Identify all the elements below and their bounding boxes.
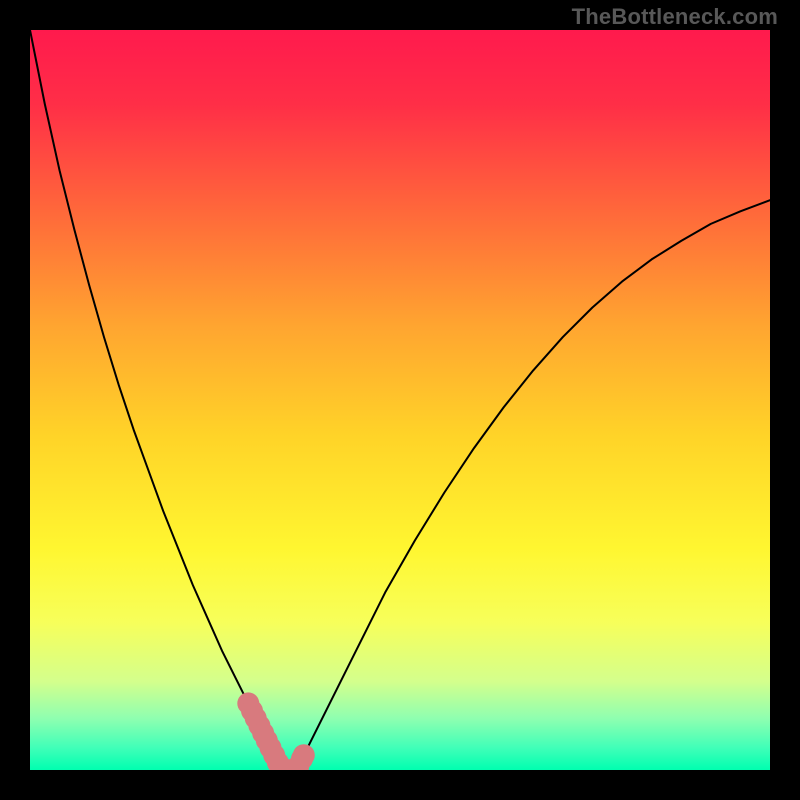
chart-frame: TheBottleneck.com: [0, 0, 800, 800]
chart-svg: [30, 30, 770, 770]
plot-area: [30, 30, 770, 770]
watermark-text: TheBottleneck.com: [572, 4, 778, 30]
